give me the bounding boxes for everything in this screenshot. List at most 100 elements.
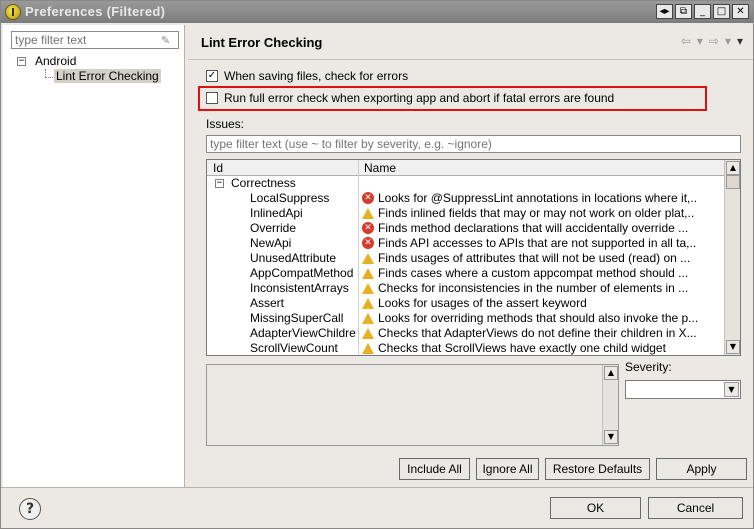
table-header: Id Name <box>207 160 724 176</box>
column-header-name[interactable]: Name <box>364 161 396 175</box>
tree-connector <box>45 69 46 77</box>
issue-id: ScrollViewCount <box>250 341 338 355</box>
issue-id: LocalSuppress <box>250 191 330 205</box>
restore-defaults-button[interactable]: Restore Defaults <box>545 458 650 480</box>
issue-name: Looks for @SuppressLint annotations in l… <box>378 191 698 205</box>
issues-filter-input[interactable] <box>206 135 741 153</box>
description-scrollbar[interactable]: ▲ ▼ <box>602 365 618 445</box>
table-row[interactable]: InlinedApi Finds inlined fields that may … <box>207 206 724 221</box>
back-menu-icon[interactable]: ▾ <box>697 34 703 48</box>
tree-collapse-icon[interactable]: − <box>17 57 26 66</box>
ignore-all-button[interactable]: Ignore All <box>476 458 539 480</box>
issue-name: Checks for inconsistencies in the number… <box>378 281 689 295</box>
scroll-down-arrow-icon[interactable]: ▼ <box>604 430 618 444</box>
error-icon: ✕ <box>362 237 374 249</box>
include-all-button[interactable]: Include All <box>399 458 470 480</box>
scroll-up-arrow-icon[interactable]: ▲ <box>604 366 618 380</box>
export-check-checkbox[interactable] <box>206 92 218 104</box>
help-icon[interactable]: ? <box>19 498 41 520</box>
tree-connector <box>45 77 53 78</box>
title-separator <box>188 59 753 60</box>
copy-window-icon[interactable]: ⧉ <box>675 4 692 19</box>
issue-name: Finds inlined fields that may or may not… <box>378 206 695 220</box>
view-menu-icon[interactable]: ▾ <box>737 34 743 48</box>
scroll-up-arrow-icon[interactable]: ▲ <box>726 161 740 175</box>
issue-id: Override <box>250 221 297 235</box>
restore-panel-icon[interactable]: ◂▸ <box>656 4 673 19</box>
scroll-down-arrow-icon[interactable]: ▼ <box>726 340 740 354</box>
table-row[interactable]: ScrollViewCount Checks that ScrollViews h… <box>207 341 724 355</box>
back-arrow-icon[interactable]: ⇦ <box>681 34 691 48</box>
warning-icon <box>362 282 374 294</box>
issue-id: Assert <box>250 296 285 310</box>
close-button[interactable]: ✕ <box>732 4 749 19</box>
error-icon: ✕ <box>362 192 374 204</box>
table-row[interactable]: AdapterViewChildren Checks that AdapterVi… <box>207 326 724 341</box>
window-controls: ◂▸ ⧉ _ □ ✕ <box>656 4 749 19</box>
ok-button[interactable]: OK <box>550 497 641 519</box>
page-title: Lint Error Checking <box>201 35 323 50</box>
tree-item-android[interactable]: Android <box>35 54 76 68</box>
maximize-button[interactable]: □ <box>713 4 730 19</box>
table-scrollbar[interactable]: ▲ ▼ <box>724 160 740 355</box>
preference-page: Lint Error Checking ⇦ ▾ ⇨ ▾ ▾ ✓ When sav… <box>188 25 753 487</box>
table-row[interactable]: MissingSuperCall Looks for overriding met… <box>207 311 724 326</box>
cancel-button[interactable]: Cancel <box>648 497 743 519</box>
issue-name: Finds method declarations that will acci… <box>378 221 689 235</box>
category-label: Correctness <box>231 176 296 190</box>
page-navigation: ⇦ ▾ ⇨ ▾ ▾ <box>681 34 743 48</box>
issue-id: AppCompatMethod <box>250 266 354 280</box>
issue-name: Looks for overriding methods that should… <box>378 311 699 325</box>
table-row[interactable]: UnusedAttribute Finds usages of attribute… <box>207 251 724 266</box>
check-on-save-checkbox[interactable]: ✓ <box>206 70 218 82</box>
warning-icon <box>362 327 374 339</box>
tree-item-lint-error-checking[interactable]: Lint Error Checking <box>54 69 161 83</box>
app-icon <box>5 4 21 20</box>
table-row[interactable]: InconsistentArrays Checks for inconsisten… <box>207 281 724 296</box>
forward-arrow-icon[interactable]: ⇨ <box>709 34 719 48</box>
severity-dropdown[interactable]: ▼ <box>625 380 741 399</box>
table-row[interactable]: Override ✕ Finds method declarations that … <box>207 221 724 236</box>
warning-icon <box>362 342 374 354</box>
scrollbar-thumb[interactable] <box>726 175 740 189</box>
severity-label: Severity: <box>625 360 672 374</box>
window-title: Preferences (Filtered) <box>25 4 166 19</box>
issue-id: NewApi <box>250 236 292 250</box>
table-row[interactable]: LocalSuppress ✕ Looks for @SuppressLint an… <box>207 191 724 206</box>
preference-tree-panel: ✎ − Android Lint Error Checking <box>3 25 185 487</box>
warning-icon <box>362 252 374 264</box>
title-bar[interactable]: Preferences (Filtered) ◂▸ ⧉ _ □ ✕ <box>1 1 753 23</box>
column-header-id[interactable]: Id <box>213 161 223 175</box>
issue-id: MissingSuperCall <box>250 311 344 325</box>
footer-separator <box>1 487 753 488</box>
issue-name: Checks that ScrollViews have exactly one… <box>378 341 666 355</box>
apply-button[interactable]: Apply <box>656 458 747 480</box>
minimize-button[interactable]: _ <box>694 4 711 19</box>
error-icon: ✕ <box>362 222 374 234</box>
issues-table: Id Name − Correctness LocalSuppress ✕ Look… <box>206 159 741 356</box>
table-row[interactable]: Assert Looks for usages of the assert key… <box>207 296 724 311</box>
preferences-window: Preferences (Filtered) ◂▸ ⧉ _ □ ✕ ✎ − An… <box>0 0 754 529</box>
category-row-correctness[interactable]: − Correctness <box>207 176 724 191</box>
export-check-label: Run full error check when exporting app … <box>224 91 615 105</box>
issue-name: Looks for usages of the assert keyword <box>378 296 587 310</box>
warning-icon <box>362 297 374 309</box>
table-row[interactable]: AppCompatMethod Finds cases where a custo… <box>207 266 724 281</box>
tree-filter-input[interactable] <box>11 31 179 49</box>
issue-id: InlinedApi <box>250 206 303 220</box>
chevron-down-icon[interactable]: ▼ <box>724 382 739 397</box>
warning-icon <box>362 267 374 279</box>
table-row[interactable]: NewApi ✕ Finds API accesses to APIs that a… <box>207 236 724 251</box>
issue-name: Finds cases where a custom appcompat met… <box>378 266 689 280</box>
forward-menu-icon[interactable]: ▾ <box>725 34 731 48</box>
category-collapse-icon[interactable]: − <box>215 179 224 188</box>
issue-name: Finds API accesses to APIs that are not … <box>378 236 697 250</box>
issue-description-box[interactable]: ▲ ▼ <box>206 364 619 446</box>
check-on-save-label: When saving files, check for errors <box>224 69 409 83</box>
issue-name: Finds usages of attributes that will not… <box>378 251 691 265</box>
issue-name: Checks that AdapterViews do not define t… <box>378 326 697 340</box>
issue-id: AdapterViewChildren <box>250 326 356 340</box>
issues-label: Issues: <box>206 117 245 131</box>
issue-id: InconsistentArrays <box>250 281 349 295</box>
clear-filter-icon[interactable]: ✎ <box>161 34 173 47</box>
